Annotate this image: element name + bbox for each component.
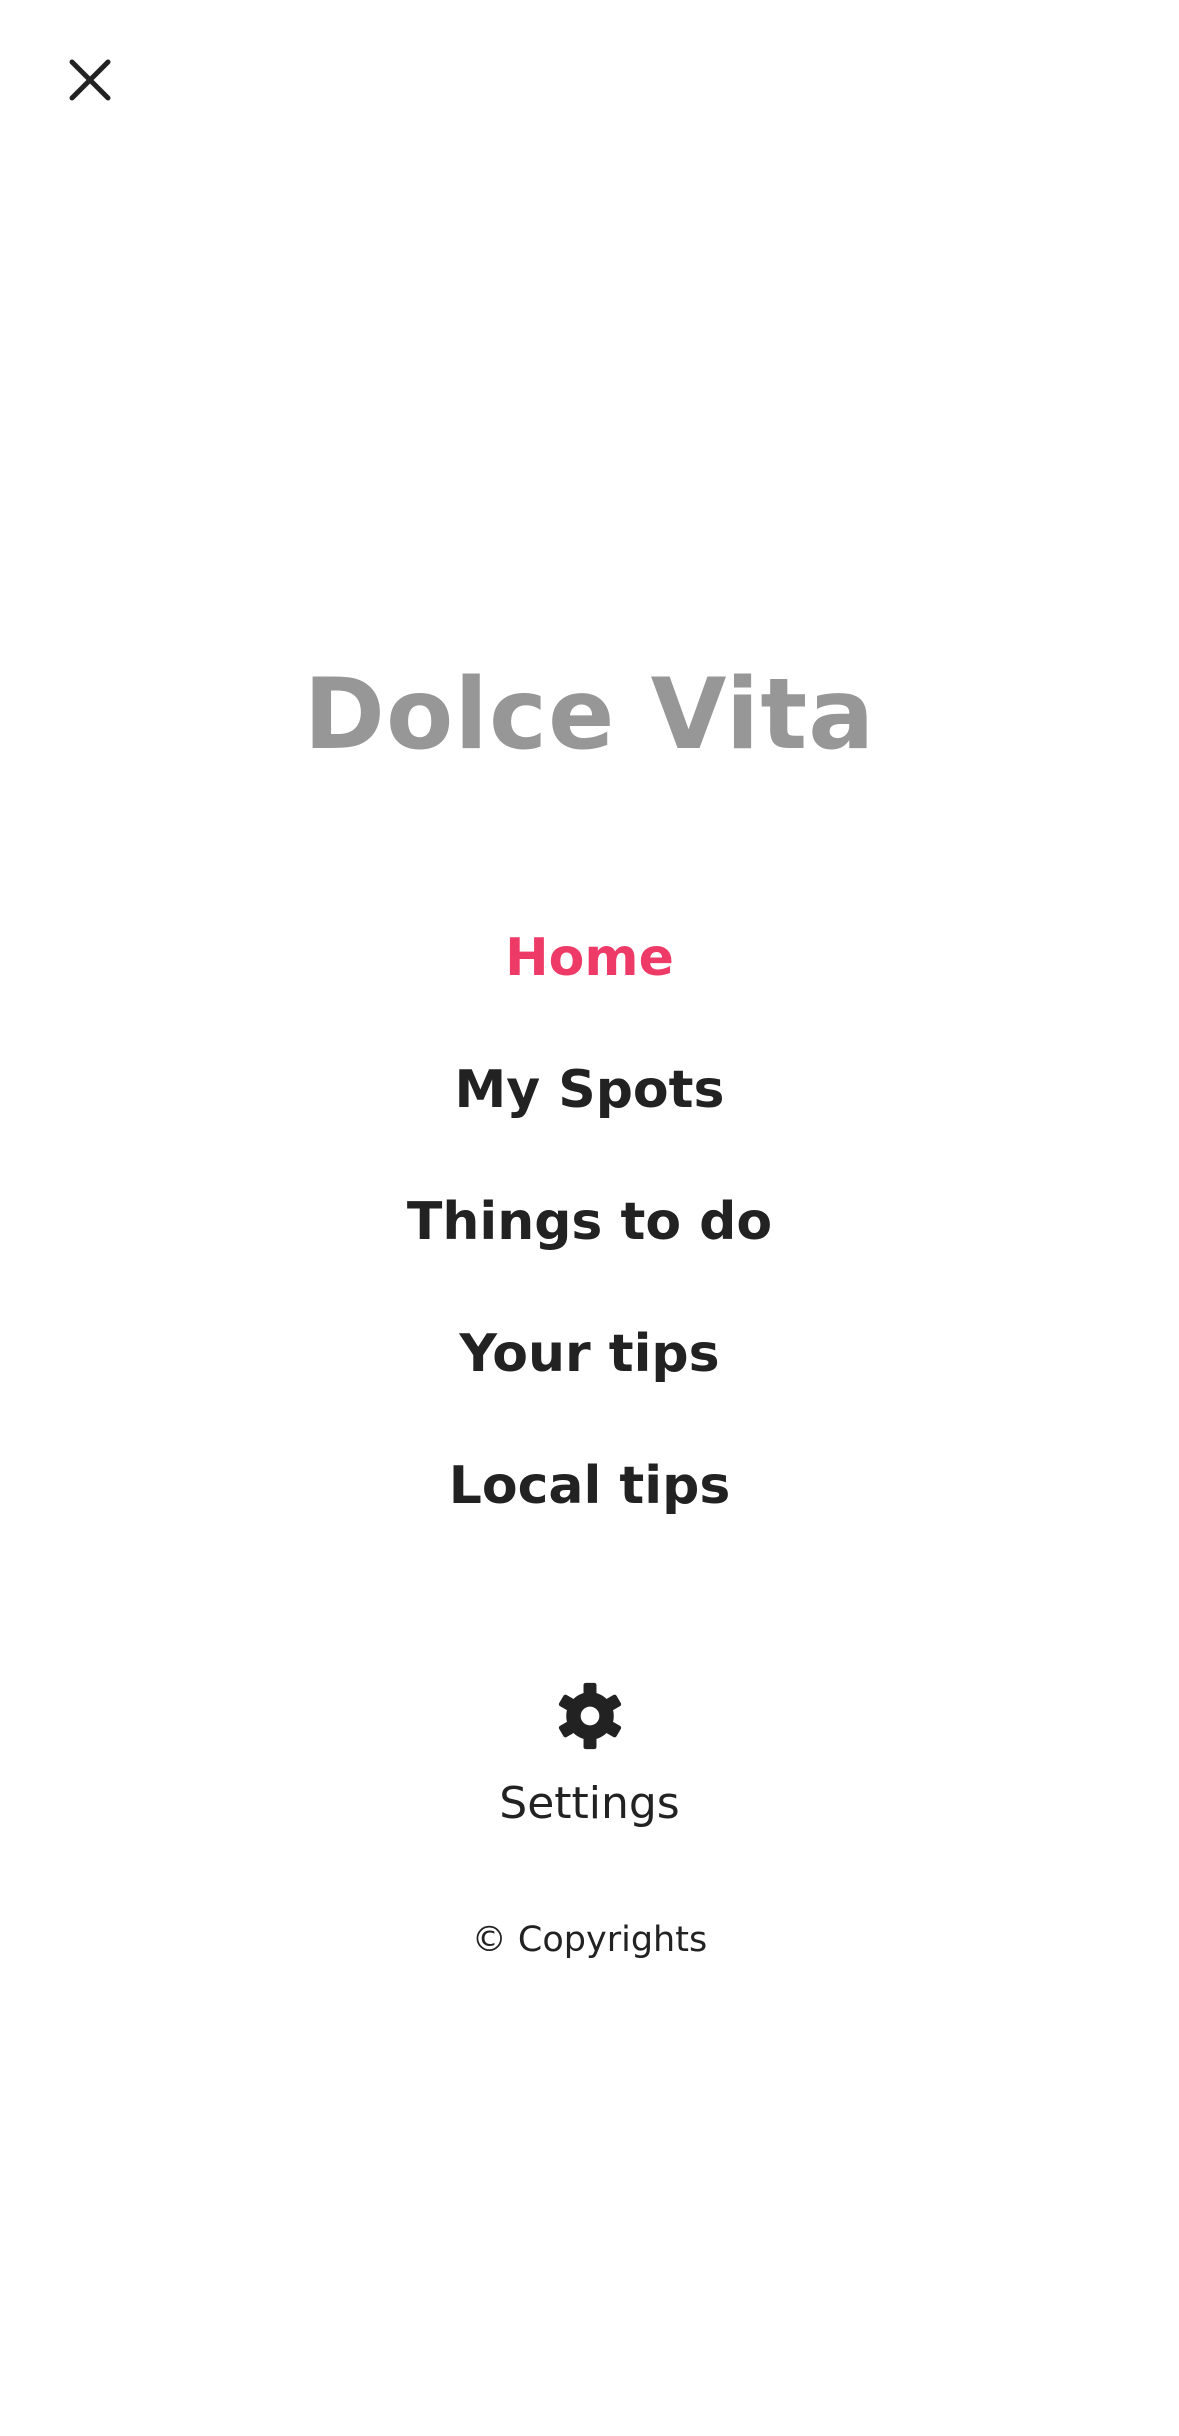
- nav-item-your-tips[interactable]: Your tips: [0, 1304, 1179, 1436]
- close-button[interactable]: [55, 45, 125, 115]
- nav-item-home[interactable]: Home: [0, 908, 1179, 1040]
- nav-item-things-to-do[interactable]: Things to do: [0, 1172, 1179, 1304]
- close-icon: [69, 59, 111, 101]
- settings-label: Settings: [499, 1778, 680, 1829]
- main-nav: Home My Spots Things to do Your tips Loc…: [0, 908, 1179, 1568]
- nav-item-my-spots[interactable]: My Spots: [0, 1040, 1179, 1172]
- copyright-text: © Copyrights: [471, 1920, 708, 1960]
- app-title: Dolce Vita: [303, 658, 876, 772]
- gear-icon: [558, 1682, 621, 1750]
- settings-button[interactable]: Settings: [0, 1680, 1179, 1829]
- menu-screen: Dolce Vita Home My Spots Things to do Yo…: [0, 0, 1179, 2436]
- nav-item-local-tips[interactable]: Local tips: [0, 1436, 1179, 1568]
